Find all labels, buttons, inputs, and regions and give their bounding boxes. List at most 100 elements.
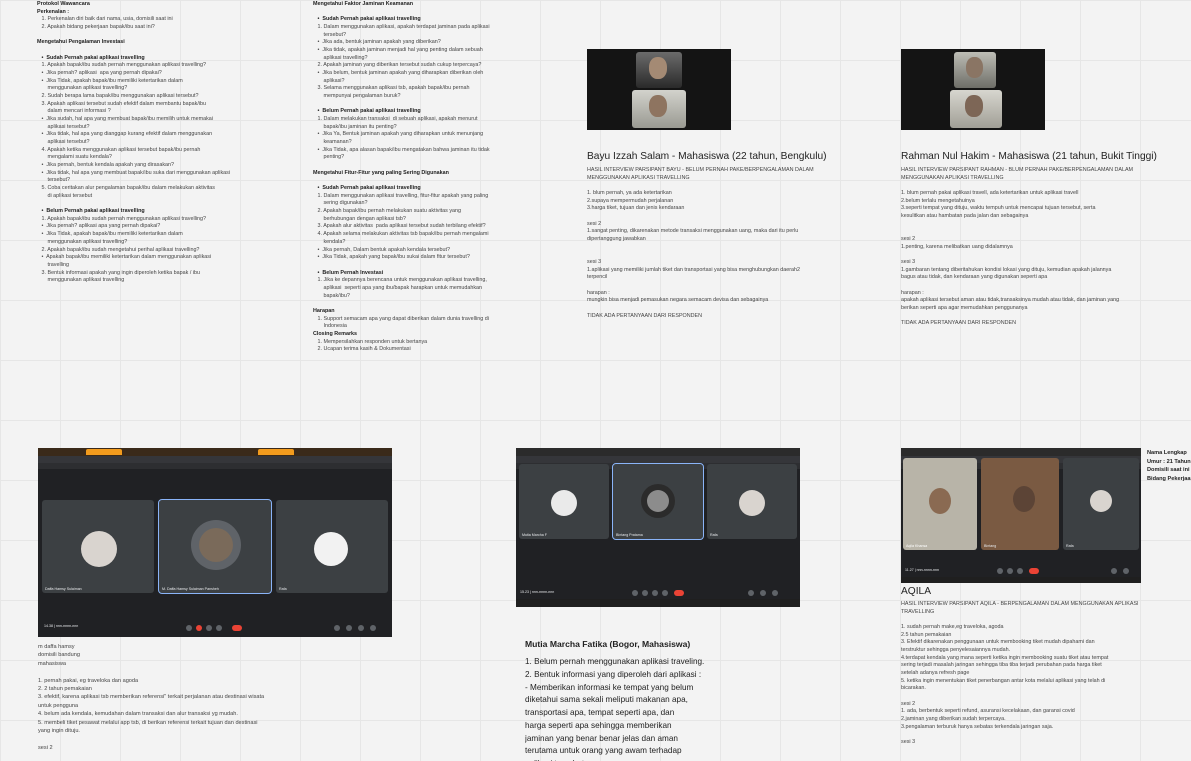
chat-button[interactable] [1123, 568, 1129, 574]
tile-name: Rafa [710, 533, 718, 537]
note-line: 2.5 tahun pemakaian [901, 631, 952, 638]
tile-name: Daffa Hamsy Sulaiman [45, 587, 82, 591]
leave-call-button[interactable] [674, 590, 684, 596]
note-line: aplikasi seperti apa yang ibu/bapak hara… [313, 284, 483, 291]
note-line: - Memberikan informasi ke tempat yang be… [525, 682, 694, 692]
note-line: 4. Apakah selama melakukan aktivitas tsb… [313, 231, 489, 238]
mic-button[interactable] [632, 590, 638, 596]
note-line: 5. membeli tiket pesawat melalui app tsb… [38, 719, 258, 726]
note-line: 2. Bentuk informasi yang diperoleh dari … [525, 670, 702, 680]
note-line [901, 693, 1176, 701]
note-line: 4. belum ada kendala, kemudahan dalam tr… [38, 711, 238, 718]
note-line: 2.jaminan yang diberikan sudah terpercay… [901, 716, 1006, 723]
meet-tile-2: M. Daffa Hamsy Sulaiman Pansheh [158, 499, 272, 594]
aqila-face [929, 488, 951, 514]
taskbar [901, 577, 1141, 583]
protocol-lines: Perkenalan : 1. Perkenalan diri baik dar… [37, 9, 277, 285]
note-line: 4. Apakah ketika menggunakan aplikasi te… [37, 146, 201, 153]
chat-button[interactable] [772, 590, 778, 596]
more-button[interactable] [652, 590, 658, 596]
avatar-photo [199, 528, 233, 562]
bayu-title: Bayu Izzah Salam - Mahasiswa (22 tahun, … [587, 151, 827, 162]
meet-tile-2: Bintang Pratama [612, 463, 704, 540]
note-line: TIDAK ADA PERTANYAAN DARI RESPONDEN [901, 320, 1017, 327]
note-line: TRAVELLING [901, 608, 935, 615]
more-button[interactable] [1017, 568, 1023, 574]
note-line: TIDAK ADA PERTANYAAN DARI RESPONDEN [587, 312, 703, 319]
note-line: travelling [37, 261, 70, 268]
tile-name: Aqila Khansa [906, 544, 928, 548]
note-line: penting? [313, 154, 345, 161]
note-line: berhubungan dengan aplikasi tsb? [313, 215, 406, 222]
note-line: tersebut? [37, 177, 70, 184]
chat-button[interactable] [358, 625, 364, 631]
note-line: aplikasi? [313, 77, 345, 84]
section-heading: • Sudah Pernah pakai aplikasi travelling [313, 16, 421, 23]
camera-button[interactable] [1007, 568, 1013, 574]
more-button[interactable] [216, 625, 222, 631]
note-line: aplikasi tersebut? [37, 123, 90, 130]
info-button[interactable] [334, 625, 340, 631]
note-line: HASIL INTERVIEW PARSIPANT RAHMAN - BLUM … [901, 167, 1134, 173]
note-line: bagus atau tidak, dan kendaraan yang dig… [901, 274, 1048, 281]
note-line: 2. Ucapan terima kasih & Dokumentasi [313, 346, 411, 353]
note-line: • Jika Ya, Bentuk jaminan apakah yang di… [313, 131, 484, 138]
people-button[interactable] [346, 625, 352, 631]
mic-button[interactable] [997, 568, 1003, 574]
note-line: Indonesia [313, 323, 347, 330]
note-line: 1.penting, karena melibatkan uang didala… [901, 243, 1013, 250]
camera-button[interactable] [642, 590, 648, 596]
section-heading: Mengetahui Fitur-Fitur yang paling Serin… [313, 169, 449, 176]
rahman-interview-photo [901, 49, 1045, 130]
note-line: 2. Apakah jaminan yang diberikan tersebu… [313, 62, 482, 69]
present-button[interactable] [662, 590, 668, 596]
leave-call-button[interactable] [232, 625, 242, 631]
note-line [313, 300, 558, 308]
note-line [313, 101, 558, 109]
note-line: • Jika Tidak, apakah yang bapak/ibu suka… [313, 254, 470, 261]
note-line: Bidang Pekerjaan [1147, 475, 1191, 482]
note-line: • Jika tidak, hal apa yang dianggap kura… [37, 131, 213, 138]
note-line: Nama Lengkap [1147, 450, 1187, 456]
section-heading: • Belum Pernah pakai aplikasi travelling [37, 208, 145, 215]
note-line: Domisili saat ini [1147, 467, 1190, 474]
people-button[interactable] [760, 590, 766, 596]
note-line: MENGGUNAKAN APLIKASI TRAVELLING [901, 174, 1004, 181]
note-line: • Jika tidak, hal apa yang membuat bapak… [37, 169, 231, 176]
section-heading: Perkenalan : [37, 8, 70, 15]
activities-button[interactable] [370, 625, 376, 631]
meet-tile-1: Daffa Hamsy Sulaiman [42, 500, 154, 593]
leave-call-button[interactable] [1029, 568, 1039, 574]
note-line: 2. Apakah bapak/ibu sudah mengetahui per… [37, 246, 200, 253]
note-line: sering terjadi masalah jaringan sehingga… [901, 662, 1102, 669]
note-line: terutama untuk orang yang awam terhadap [525, 746, 682, 756]
browser-tab-bar [38, 448, 392, 456]
note-line: • Jika pernah, bentuk kendala apakah yan… [37, 162, 175, 169]
info-button[interactable] [748, 590, 754, 596]
section-heading: • Sudah Pernah pakai aplikasi travelling [313, 185, 421, 192]
note-line [901, 616, 1176, 624]
section-heading: Mengetahui Pengalaman Investasi [37, 39, 125, 46]
note-line: 1. sudah pernah make,eg traveloka, agoda [901, 624, 1004, 631]
camera-button[interactable] [206, 625, 212, 631]
mic-button[interactable] [186, 625, 192, 631]
note-line: Umur : 21 Tahun [1147, 458, 1191, 465]
note-line: 3. Apakah aplikasi tersebut sudah efekti… [37, 100, 207, 107]
note-line [38, 668, 328, 676]
note-line: yang ingin dituju. [38, 727, 80, 734]
note-line: 3. Apakah alur aktivitas pada aplikasi t… [313, 223, 486, 230]
mic-off-button[interactable] [196, 625, 202, 631]
note-line: 5. Coba ceritakan alur pengalaman bapak/… [37, 185, 216, 192]
note-line: 1. blum pernah, ya ada ketertarikan [587, 190, 672, 197]
note-line: • Jika belum, bentuk jaminan apakah yang… [313, 70, 484, 77]
note-line: 1. Dalam melakukan transaksi di sebuah a… [313, 116, 478, 123]
people-button[interactable] [1111, 568, 1117, 574]
section-heading: Harapan [313, 307, 335, 314]
note-line: m daffa hamsy [38, 644, 75, 650]
note-line: 2.supaya mempermudah perjalanan [587, 197, 674, 204]
note-line: • Jika Tidak, apakah bapak/ibu memiliki … [37, 77, 183, 84]
note-line [37, 47, 277, 55]
section-heading: • Belum Pernah Investasi [313, 269, 384, 276]
note-line: domisili bandung [38, 652, 80, 659]
note-line [901, 282, 1181, 290]
